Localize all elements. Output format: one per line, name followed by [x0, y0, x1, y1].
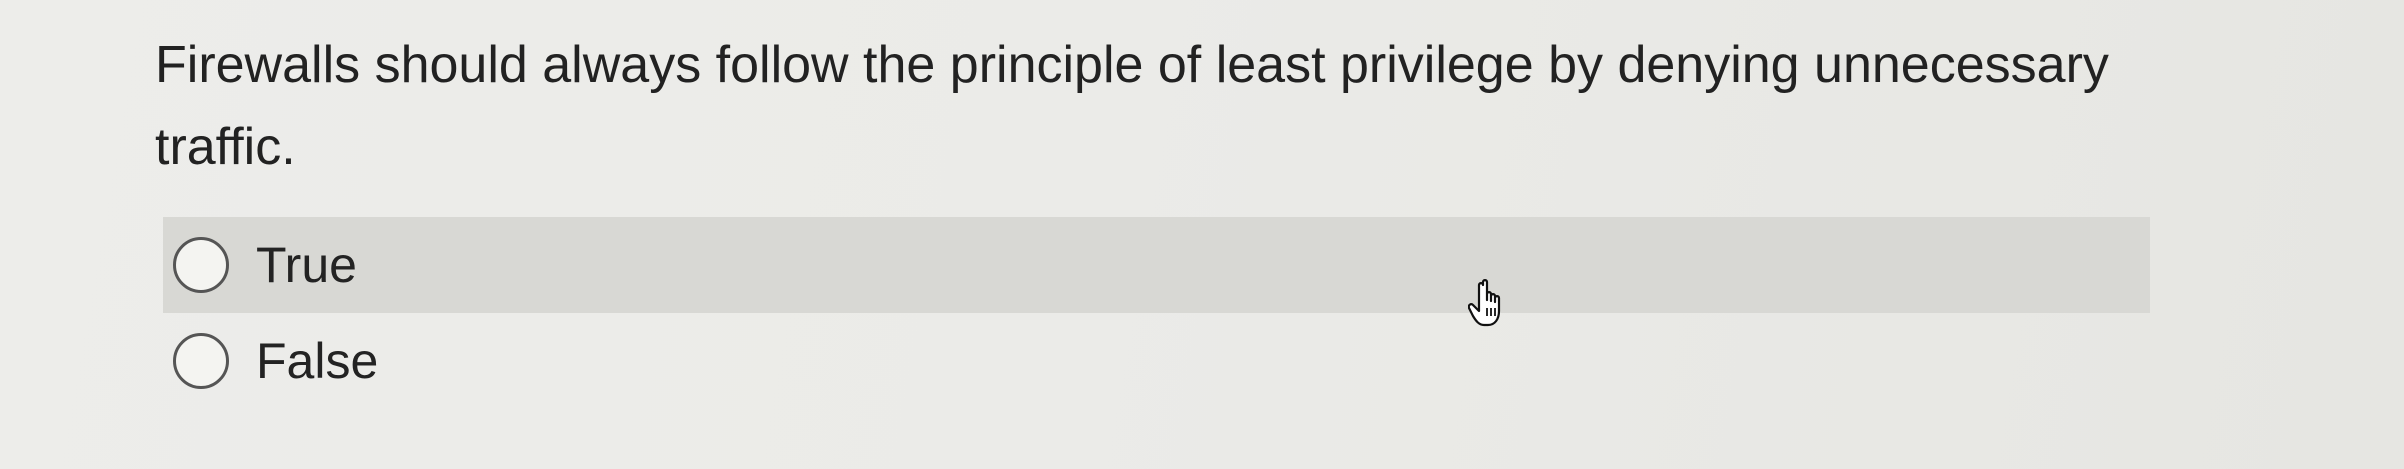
radio-true[interactable]	[173, 237, 229, 293]
answer-options: True False	[163, 217, 2150, 409]
option-true-label: True	[256, 237, 357, 293]
option-false[interactable]: False	[163, 313, 2150, 409]
radio-false[interactable]	[173, 333, 229, 389]
option-true[interactable]: True	[163, 217, 2150, 313]
option-false-label: False	[256, 333, 379, 389]
hand-pointer-icon	[1468, 279, 1501, 327]
question-text: Firewalls should always follow the princ…	[155, 36, 2109, 176]
